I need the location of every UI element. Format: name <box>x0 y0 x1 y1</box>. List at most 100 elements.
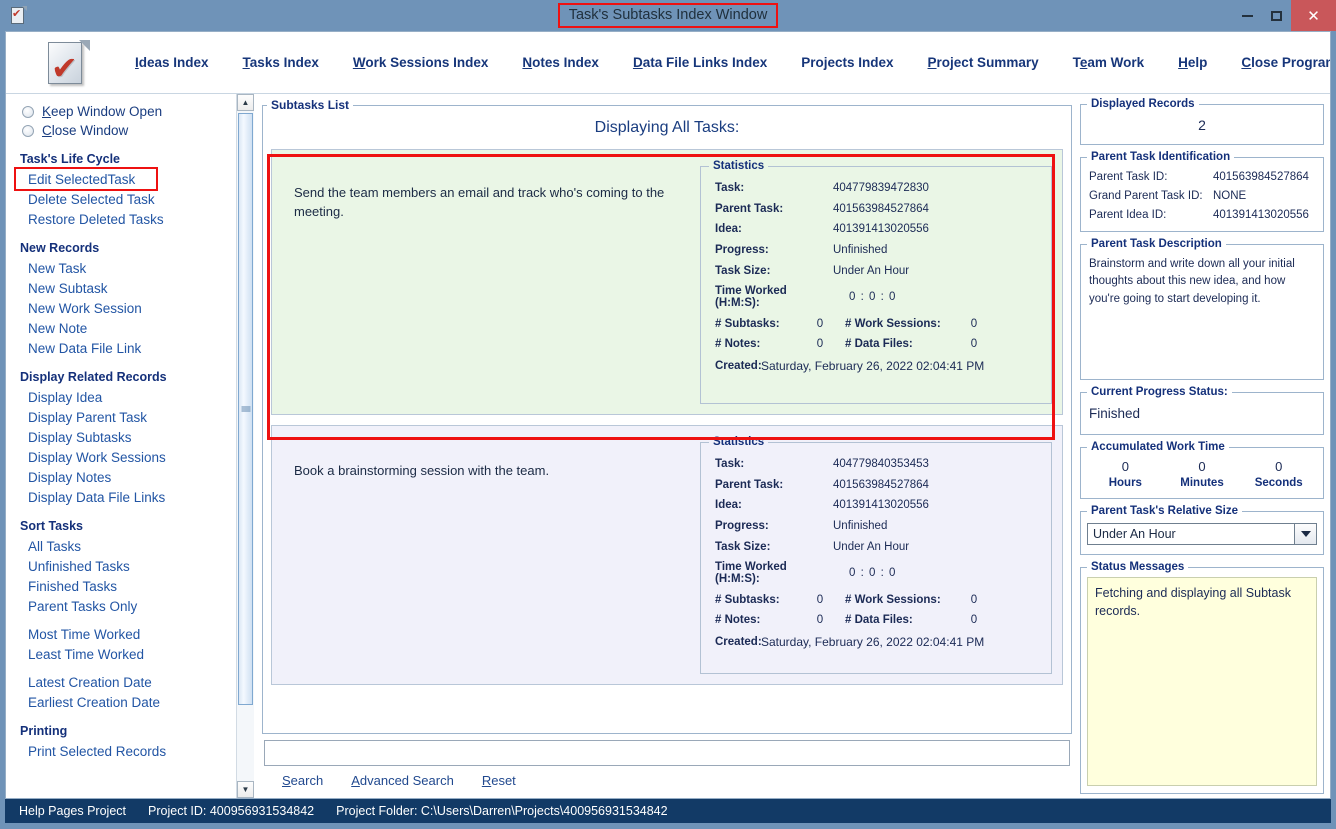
status-bar: Help Pages Project Project ID: 400956931… <box>5 799 1331 823</box>
search-button[interactable]: Search <box>282 773 323 788</box>
scroll-down-icon[interactable]: ▼ <box>237 781 254 798</box>
sidebar-item-new-task[interactable]: New Task <box>6 258 236 278</box>
parent-idea-id-value: 401391413020556 <box>1213 208 1309 221</box>
menu-item-help[interactable]: Help <box>1161 49 1224 76</box>
sidebar-item-delete-selected-task[interactable]: Delete Selected Task <box>6 189 236 209</box>
center-column: Subtasks List Displaying All Tasks: Send… <box>254 94 1078 798</box>
menu-item-project-summary[interactable]: Project Summary <box>911 49 1056 76</box>
sidebar-item-edit-selectedtask[interactable]: Edit SelectedTask <box>6 167 236 191</box>
sidebar-item-display-data-file-links[interactable]: Display Data File Links <box>6 487 236 507</box>
window-icon: ✔ <box>10 6 27 25</box>
notes-value: 0 <box>816 338 824 351</box>
data-files-value: 0 <box>970 338 978 351</box>
time-worked-value-row: Time Worked (H:M:S): 0 : 0 : 0 <box>709 557 1043 590</box>
displayed-records-value: 2 <box>1198 117 1206 133</box>
sidebar-item-display-notes[interactable]: Display Notes <box>6 467 236 487</box>
sidebar-item-new-note[interactable]: New Note <box>6 318 236 338</box>
sidebar-item-display-work-sessions[interactable]: Display Work Sessions <box>6 447 236 467</box>
radio-close-window[interactable]: Close Window <box>6 121 236 140</box>
scroll-track[interactable] <box>237 111 254 781</box>
notes-value-row: # Notes: 0 # Data Files: 0 <box>709 334 1043 355</box>
chevron-down-icon[interactable] <box>1295 523 1317 545</box>
task-label: Task: <box>715 182 745 195</box>
search-bar: Search Advanced Search Reset <box>262 734 1072 794</box>
relative-size-panel: Parent Task's Relative Size Under An Hou… <box>1080 505 1324 555</box>
sidebar-item-restore-deleted-tasks[interactable]: Restore Deleted Tasks <box>6 209 236 229</box>
sidebar-group-heading: Printing <box>20 724 68 738</box>
notes-label: # Notes: <box>715 614 761 627</box>
sidebar-item-earliest-creation-date[interactable]: Earliest Creation Date <box>6 692 236 712</box>
sidebar-item-parent-tasks-only[interactable]: Parent Tasks Only <box>6 596 236 616</box>
record-statistics: Statistics Task: 404779839472830 Parent Tas… <box>700 160 1052 404</box>
minutes-label: Minutes <box>1180 477 1224 489</box>
search-input[interactable] <box>264 740 1070 766</box>
sidebar-item-display-parent-task[interactable]: Display Parent Task <box>6 407 236 427</box>
parent-task-label: Parent Task: <box>715 478 784 491</box>
parent-task-value: 401563984527864 <box>833 478 929 491</box>
menu-item-projects-index[interactable]: Projects Index <box>784 49 910 76</box>
sidebar-wrap: Keep Window Open Close Window Task's Life … <box>6 94 254 798</box>
sidebar-item-new-work-session[interactable]: New Work Session <box>6 298 236 318</box>
accumulated-work-time-values: 0 Hours 0 Minutes 0 Seconds <box>1087 457 1317 491</box>
sidebar-item-new-data-file-link[interactable]: New Data File Link <box>6 338 236 358</box>
sidebar-item-least-time-worked[interactable]: Least Time Worked <box>6 644 236 664</box>
close-window-button[interactable]: ✕ <box>1291 0 1336 31</box>
menu-item-work-sessions-index[interactable]: Work Sessions Index <box>336 49 506 76</box>
sidebar-item-finished-tasks[interactable]: Finished Tasks <box>6 576 236 596</box>
sidebar-item-print-selected-records[interactable]: Print Selected Records <box>6 741 236 761</box>
sidebar-group-heading: New Records <box>20 241 100 255</box>
subtasks-list-panel: Subtasks List Displaying All Tasks: Send… <box>262 98 1072 734</box>
record-statistics: Statistics Task: 404779840353453 Parent Tas… <box>700 436 1052 674</box>
seconds-label: Seconds <box>1254 477 1303 489</box>
minutes-block: 0 Minutes <box>1164 459 1241 489</box>
hours-value: 0 <box>1121 459 1129 474</box>
scroll-up-icon[interactable]: ▲ <box>237 94 254 111</box>
minutes-value: 0 <box>1198 459 1206 474</box>
record-card[interactable]: Send the team members an email and track… <box>271 149 1063 415</box>
app-logo-icon: ✔ <box>44 39 90 86</box>
body-row: Keep Window Open Close Window Task's Life … <box>6 94 1330 798</box>
menu-item-data-file-links-index[interactable]: Data File Links Index <box>616 49 784 76</box>
sidebar-item-all-tasks[interactable]: All Tasks <box>6 536 236 556</box>
sidebar-item-display-idea[interactable]: Display Idea <box>6 387 236 407</box>
status-project-folder-label: Project Folder: <box>336 804 418 818</box>
sidebar-scrollbar[interactable]: ▲ ▼ <box>236 94 254 798</box>
sidebar-item-most-time-worked[interactable]: Most Time Worked <box>6 624 236 644</box>
minimize-button[interactable] <box>1233 0 1262 31</box>
sidebar-item-display-subtasks[interactable]: Display Subtasks <box>6 427 236 447</box>
menu-item-team-work[interactable]: Team Work <box>1056 49 1162 76</box>
parent-task-identification-legend: Parent Task Identification <box>1091 151 1231 163</box>
relative-size-select[interactable]: Under An Hour <box>1087 523 1317 545</box>
radio-icon[interactable] <box>22 105 34 118</box>
record-description: Send the team members an email and track… <box>294 185 665 219</box>
reset-button[interactable]: Reset <box>482 773 516 788</box>
progress-label: Progress: <box>715 244 769 257</box>
radio-keep-window-open[interactable]: Keep Window Open <box>6 102 236 121</box>
menu-item-tasks-index[interactable]: Tasks Index <box>226 49 336 76</box>
window-title-wrap: Task's Subtasks Index Window <box>0 0 1336 31</box>
relative-size-legend: Parent Task's Relative Size <box>1091 505 1238 517</box>
advanced-search-button[interactable]: Advanced Search <box>351 773 454 788</box>
accumulated-work-time-legend: Accumulated Work Time <box>1091 441 1225 453</box>
scroll-thumb[interactable] <box>238 113 253 705</box>
time-worked-label: Time Worked (H:M:S): <box>715 285 787 310</box>
relative-size-value[interactable]: Under An Hour <box>1087 523 1295 545</box>
maximize-button[interactable] <box>1262 0 1291 31</box>
work-sessions-label: # Work Sessions: <box>845 593 941 606</box>
task-size-label: Task Size: <box>715 540 771 553</box>
menu-item-close-program[interactable]: Close Program <box>1224 49 1330 76</box>
subtasks-list-legend: Subtasks List <box>271 98 350 112</box>
parent-task-id-row: Parent Task ID: 401563984527864 <box>1087 167 1317 186</box>
menu-item-notes-index[interactable]: Notes Index <box>505 49 616 76</box>
time-worked-value: 0 : 0 : 0 <box>849 291 897 304</box>
sidebar-item-latest-creation-date[interactable]: Latest Creation Date <box>6 672 236 692</box>
menu-item-ideas-index[interactable]: Ideas Index <box>118 49 226 76</box>
radio-icon[interactable] <box>22 124 34 137</box>
sidebar-item-unfinished-tasks[interactable]: Unfinished Tasks <box>6 556 236 576</box>
subtasks-value: 0 <box>816 317 824 330</box>
seconds-block: 0 Seconds <box>1240 459 1317 489</box>
status-project-folder: Project Folder: C:\Users\Darren\Projects… <box>336 804 667 818</box>
record-card[interactable]: Book a brainstorming session with the te… <box>271 425 1063 685</box>
sidebar-item-new-subtask[interactable]: New Subtask <box>6 278 236 298</box>
